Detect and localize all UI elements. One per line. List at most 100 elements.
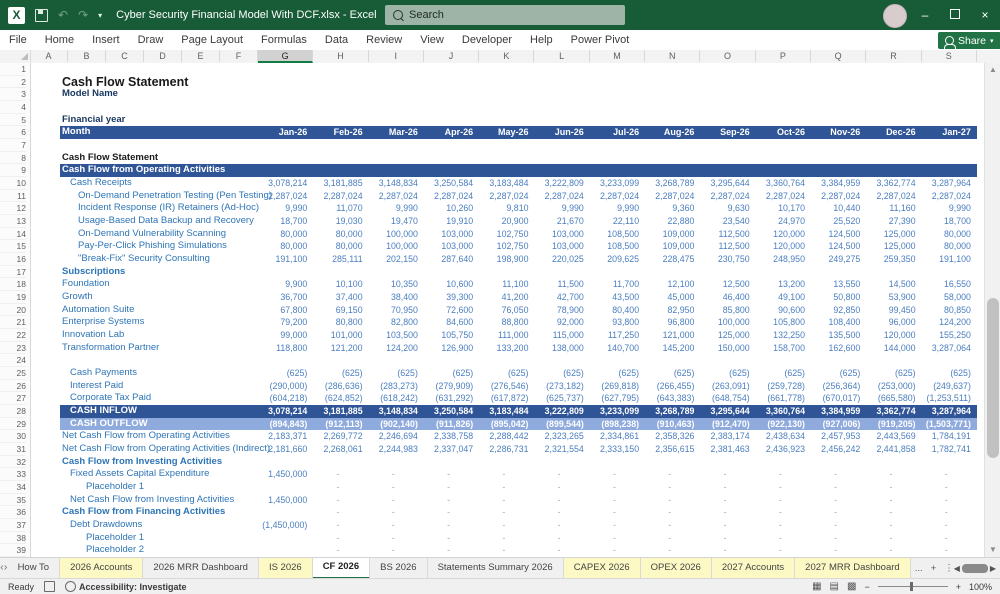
row-header-7[interactable]: 7 — [0, 139, 26, 152]
cell-value[interactable]: - — [313, 494, 362, 507]
row-header-1[interactable]: 1 — [0, 63, 26, 76]
cell-value[interactable]: - — [590, 532, 639, 545]
cell-value[interactable]: 120,000 — [756, 228, 805, 241]
cell-value[interactable]: - — [645, 532, 694, 545]
cell-value[interactable]: - — [700, 506, 749, 519]
column-header-E[interactable]: E — [182, 50, 220, 62]
cell-value[interactable]: 9,900 — [258, 278, 307, 291]
cell-value[interactable]: 103,500 — [369, 329, 418, 342]
cell-value[interactable]: 27,390 — [866, 215, 916, 228]
cell-value[interactable]: 102,750 — [479, 228, 529, 241]
select-all-corner[interactable] — [0, 50, 31, 62]
cell-value[interactable]: 140,700 — [590, 342, 639, 355]
cell-value[interactable]: (910,463) — [645, 418, 695, 431]
cell-value[interactable]: (631,292) — [424, 392, 474, 405]
cell-value[interactable]: 3,222,809 — [535, 405, 584, 418]
sheet-tab-bs-2026[interactable]: BS 2026 — [370, 558, 428, 579]
cell-value[interactable]: 84,600 — [424, 316, 473, 329]
cell-value[interactable]: (665,580) — [866, 392, 916, 405]
cell-value[interactable]: 11,700 — [590, 278, 639, 291]
cell-value[interactable]: - — [922, 544, 971, 557]
cell-value[interactable]: - — [645, 519, 694, 532]
cell-value[interactable]: - — [535, 532, 584, 545]
cell-value[interactable]: (912,470) — [700, 418, 750, 431]
cell-value[interactable]: (625) — [535, 367, 584, 380]
cell-value[interactable]: 9,810 — [479, 202, 528, 215]
column-header-N[interactable]: N — [645, 50, 701, 62]
cell-value[interactable]: 69,150 — [313, 304, 363, 317]
cell-value[interactable]: 78,900 — [535, 304, 584, 317]
column-header-H[interactable]: H — [313, 50, 369, 62]
cell-value[interactable]: - — [535, 506, 584, 519]
cell-value[interactable]: (625) — [645, 367, 695, 380]
cell-value[interactable]: 124,500 — [811, 240, 860, 253]
cell-value[interactable]: 1,784,191 — [922, 430, 971, 443]
cell-value[interactable]: 3,148,834 — [369, 405, 418, 418]
cell-value[interactable]: - — [479, 481, 528, 494]
ribbon-tab-view[interactable]: View — [411, 30, 453, 50]
cell-value[interactable]: (625) — [479, 367, 529, 380]
cell-label[interactable]: Automation Suite — [62, 304, 134, 317]
cell-value[interactable]: - — [369, 468, 418, 481]
cell-value[interactable]: (263,091) — [700, 380, 750, 393]
cell-value[interactable]: 3,233,099 — [590, 405, 639, 418]
cell-value[interactable]: 19,910 — [424, 215, 473, 228]
column-header-O[interactable]: O — [700, 50, 756, 62]
cell-value[interactable]: - — [756, 506, 805, 519]
cell-value[interactable]: - — [424, 468, 473, 481]
cell-label[interactable]: Cash Receipts — [70, 177, 132, 190]
cell-label[interactable]: On-Demand Penetration Testing (Pen Testi… — [78, 190, 272, 203]
cell-value[interactable]: 3,362,774 — [866, 405, 915, 418]
sheet-tab-2027-accounts[interactable]: 2027 Accounts — [711, 558, 796, 579]
column-header-P[interactable]: P — [756, 50, 811, 62]
cell-value[interactable]: (627,795) — [590, 392, 639, 405]
cell-label[interactable]: Pay-Per-Click Phishing Simulations — [78, 240, 227, 253]
cell-value[interactable]: 112,500 — [700, 240, 750, 253]
cell-value[interactable]: - — [590, 544, 639, 557]
cell-value[interactable]: - — [756, 544, 805, 557]
cell-label[interactable]: Cash Flow Statement — [62, 152, 158, 165]
cell-value[interactable]: - — [811, 544, 860, 557]
column-header-I[interactable]: I — [369, 50, 424, 62]
cell-label[interactable]: Interest Paid — [70, 380, 123, 393]
cell-value[interactable]: 125,000 — [866, 240, 916, 253]
zoom-level[interactable]: 100% — [969, 582, 992, 592]
cell-value[interactable]: 109,000 — [645, 228, 695, 241]
cell-value[interactable]: 109,000 — [645, 240, 695, 253]
cell-label[interactable]: Growth — [62, 291, 93, 304]
cell-value[interactable]: 2,287,024 — [756, 190, 805, 203]
cell-value[interactable]: (266,455) — [645, 380, 695, 393]
cell-value[interactable]: (283,273) — [369, 380, 418, 393]
cell-value[interactable]: 1,450,000 — [258, 468, 307, 481]
column-header-F[interactable]: F — [220, 50, 258, 62]
cell-value[interactable]: 88,800 — [479, 316, 529, 329]
cell-value[interactable]: - — [866, 481, 915, 494]
cell-value[interactable]: 2,383,174 — [700, 430, 750, 443]
cell-value[interactable]: 103,000 — [535, 228, 584, 241]
cell-value[interactable]: - — [866, 494, 915, 507]
cell-value[interactable]: Sep-26 — [700, 126, 750, 139]
cell-value[interactable]: 3,181,885 — [313, 405, 362, 418]
cell-value[interactable]: 132,250 — [756, 329, 805, 342]
cell-value[interactable]: 155,250 — [922, 329, 971, 342]
ribbon-tab-data[interactable]: Data — [316, 30, 357, 50]
cell-value[interactable]: - — [922, 468, 971, 481]
cell-value[interactable]: - — [811, 481, 860, 494]
cell-label[interactable]: Net Cash Flow from Operating Activities … — [62, 443, 270, 456]
cell-value[interactable]: 3,078,214 — [258, 405, 307, 418]
sheet-tab-2026-mrr-dashboard[interactable]: 2026 MRR Dashboard — [143, 558, 259, 579]
cell-value[interactable]: 9,990 — [258, 202, 307, 215]
macro-record-icon[interactable] — [44, 581, 56, 592]
cell-value[interactable]: 2,338,758 — [424, 430, 473, 443]
cell-value[interactable]: - — [866, 519, 915, 532]
cell-value[interactable]: 70,950 — [369, 304, 418, 317]
cell-value[interactable]: - — [313, 519, 362, 532]
cell-value[interactable]: (625) — [700, 367, 750, 380]
cell-value[interactable]: - — [756, 481, 805, 494]
cell-value[interactable]: 101,000 — [313, 329, 363, 342]
cell-value[interactable]: - — [424, 494, 473, 507]
cell-value[interactable]: 18,700 — [922, 215, 971, 228]
cell-label[interactable]: Month — [62, 126, 91, 139]
ribbon-tab-help[interactable]: Help — [521, 30, 562, 50]
cell-value[interactable]: 96,000 — [866, 316, 916, 329]
